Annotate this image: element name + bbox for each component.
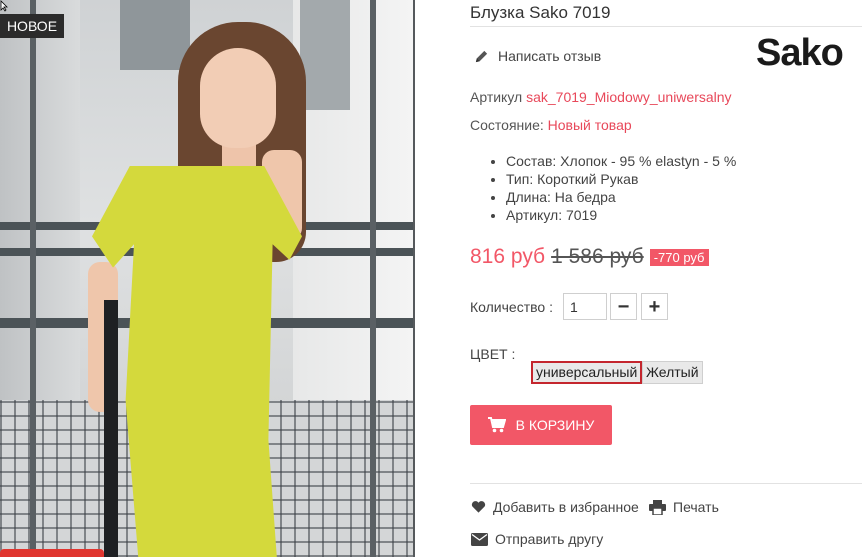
- quantity-label: Количество :: [470, 299, 553, 315]
- add-to-cart-label: В КОРЗИНУ: [515, 417, 595, 433]
- add-to-cart-button[interactable]: В КОРЗИНУ: [470, 405, 612, 445]
- price-row: 816 руб 1 586 руб -770 руб: [470, 245, 709, 269]
- photo-face: [200, 48, 276, 148]
- print-label: Печать: [673, 499, 719, 515]
- pencil-icon: [475, 50, 488, 62]
- discount-badge: -770 руб: [649, 248, 709, 266]
- sku-row: Артикул sak_7019_Miodowy_uniwersalny: [470, 89, 732, 105]
- envelope-icon: [471, 532, 488, 546]
- photo-post: [30, 0, 36, 557]
- cursor-icon: [0, 0, 8, 12]
- title-divider: [470, 26, 862, 27]
- heart-icon: [471, 501, 486, 513]
- photo-red-strip: [0, 549, 104, 557]
- feature-item: Длина: На бедра: [506, 188, 736, 206]
- quantity-input[interactable]: [563, 293, 607, 320]
- quantity-increase-button[interactable]: +: [641, 293, 668, 320]
- write-review-link[interactable]: Написать отзыв: [474, 48, 601, 64]
- print-link[interactable]: Печать: [649, 499, 719, 515]
- photo-blouse-stripe: [104, 300, 118, 557]
- product-title: Блузка Sako 7019: [470, 3, 611, 22]
- color-option-universal[interactable]: универсальный: [531, 361, 643, 384]
- condition-label: Состояние:: [470, 117, 544, 133]
- feature-item: Артикул: 7019: [506, 206, 736, 224]
- photo-window: [300, 0, 350, 110]
- add-to-wishlist-link[interactable]: Добавить в избранное: [471, 499, 639, 515]
- feature-item: Состав: Хлопок - 95 % elastyn - 5 %: [506, 152, 736, 170]
- product-photo[interactable]: НОВОЕ: [0, 0, 413, 557]
- quantity-decrease-button[interactable]: −: [610, 293, 637, 320]
- brand-logo[interactable]: Sako: [756, 32, 844, 75]
- write-review-label: Написать отзыв: [498, 48, 602, 64]
- old-price: 1 586 руб: [551, 245, 644, 268]
- new-badge: НОВОЕ: [0, 14, 64, 38]
- photo-window: [120, 0, 190, 70]
- printer-icon: [649, 499, 666, 515]
- cart-icon: [487, 417, 506, 433]
- current-price: 816 руб: [470, 245, 546, 268]
- photo-divider: [413, 0, 415, 557]
- actions-divider: [470, 483, 862, 484]
- feature-list: Состав: Хлопок - 95 % elastyn - 5 % Тип:…: [490, 152, 736, 224]
- photo-post: [370, 0, 376, 557]
- condition-row: Состояние: Новый товар: [470, 117, 632, 133]
- condition-value: Новый товар: [547, 117, 632, 133]
- sku-label: Артикул: [470, 89, 523, 105]
- add-to-wishlist-label: Добавить в избранное: [493, 499, 639, 515]
- send-to-friend-label: Отправить другу: [495, 531, 604, 547]
- send-to-friend-link[interactable]: Отправить другу: [471, 531, 603, 547]
- feature-item: Тип: Короткий Рукав: [506, 170, 736, 188]
- sku-value: sak_7019_Miodowy_uniwersalny: [526, 89, 732, 105]
- color-option-yellow[interactable]: Желтый: [642, 361, 703, 384]
- color-label: ЦВЕТ :: [470, 346, 516, 362]
